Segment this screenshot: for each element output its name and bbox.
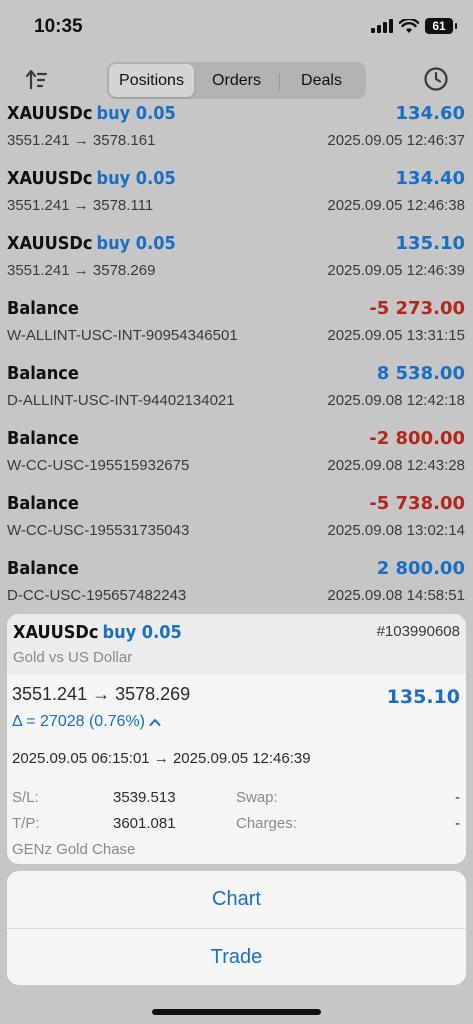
charges-value: - <box>455 815 460 832</box>
swap-label: Swap: <box>236 789 278 806</box>
toolbar: Positions Orders Deals <box>0 60 473 100</box>
sort-icon[interactable] <box>22 66 50 94</box>
row-detail: W-ALLINT-USC-INT-90954346501 <box>7 327 238 344</box>
row-symbol: Balance <box>7 298 79 319</box>
history-list: XAUUSDc buy 0.05 134.60 3551.241 → 3578.1… <box>0 100 473 620</box>
tab-orders[interactable]: Orders <box>194 64 279 97</box>
chart-button[interactable]: Chart <box>7 871 466 928</box>
detail-symbol: XAUUSDc <box>13 622 99 643</box>
row-symbol: XAUUSDc <box>7 168 93 189</box>
sl-value: 3539.513 <box>113 789 176 806</box>
detail-times: 2025.09.05 06:15:01 → 2025.09.05 12:46:3… <box>12 750 311 767</box>
row-detail: 3551.241 → 3578.161 <box>7 132 156 149</box>
detail-prices: 3551.241 → 3578.269 <box>12 684 191 704</box>
cellular-signal-icon <box>371 19 393 33</box>
detail-description: Gold vs US Dollar <box>13 649 133 666</box>
status-bar: 10:35 61 <box>0 0 473 56</box>
detail-profit: 135.10 <box>386 686 460 708</box>
row-symbol: Balance <box>7 493 79 514</box>
charges-label: Charges: <box>236 815 297 832</box>
detail-header: XAUUSDc buy 0.05 #103990608 Gold vs US Do… <box>7 614 466 674</box>
clock-icon[interactable] <box>423 66 449 92</box>
row-value: -5 273.00 <box>369 298 465 319</box>
row-date: 2025.09.05 12:46:37 <box>327 132 465 149</box>
row-date: 2025.09.08 12:43:28 <box>327 457 465 474</box>
row-detail: D-ALLINT-USC-INT-94402134021 <box>7 392 235 409</box>
detail-comment: GENz Gold Chase <box>12 841 136 858</box>
row-value: -2 800.00 <box>369 428 465 449</box>
tp-label: T/P: <box>12 815 40 832</box>
row-value: -5 738.00 <box>369 493 465 514</box>
row-symbol: Balance <box>7 363 79 384</box>
row-date: 2025.09.08 13:02:14 <box>327 522 465 539</box>
status-time: 10:35 <box>34 16 83 37</box>
row-type: buy 0.05 <box>96 233 176 254</box>
row-date: 2025.09.08 14:58:51 <box>327 587 465 604</box>
row-symbol: Balance <box>7 558 79 579</box>
row-date: 2025.09.05 12:46:39 <box>327 262 465 279</box>
wifi-icon <box>399 18 419 33</box>
list-item[interactable]: Balance 8 538.00 D-ALLINT-USC-INT-944021… <box>0 360 473 425</box>
list-item[interactable]: XAUUSDc buy 0.05 135.10 3551.241 → 3578.2… <box>0 230 473 295</box>
tp-value: 3601.081 <box>113 815 176 832</box>
list-item[interactable]: XAUUSDc buy 0.05 134.40 3551.241 → 3578.1… <box>0 165 473 230</box>
battery-icon: 61 <box>425 18 457 34</box>
row-detail: 3551.241 → 3578.269 <box>7 262 156 279</box>
swap-value: - <box>455 789 460 806</box>
list-item[interactable]: Balance -5 273.00 W-ALLINT-USC-INT-90954… <box>0 295 473 360</box>
row-detail: 3551.241 → 3578.111 <box>7 197 154 214</box>
home-indicator <box>152 1009 321 1015</box>
row-symbol: XAUUSDc <box>7 103 93 124</box>
tab-positions[interactable]: Positions <box>109 64 194 97</box>
list-item[interactable]: Balance -2 800.00 W-CC-USC-195515932675 … <box>0 425 473 490</box>
detail-delta: Δ = 27028 (0.76%) <box>12 713 145 730</box>
row-date: 2025.09.05 13:31:15 <box>327 327 465 344</box>
list-item[interactable]: Balance -5 738.00 W-CC-USC-195531735043 … <box>0 490 473 555</box>
row-value: 8 538.00 <box>376 363 465 384</box>
detail-delta-toggle[interactable]: Δ = 27028 (0.76%) <box>12 713 161 731</box>
row-value: 135.10 <box>395 233 465 254</box>
row-symbol: Balance <box>7 428 79 449</box>
detail-type: buy 0.05 <box>102 622 182 643</box>
row-symbol: XAUUSDc <box>7 233 93 254</box>
action-sheet: Chart Trade <box>7 871 466 985</box>
detail-ticket: #103990608 <box>376 623 460 640</box>
row-detail: W-CC-USC-195515932675 <box>7 457 190 474</box>
list-item[interactable]: XAUUSDc buy 0.05 134.60 3551.241 → 3578.1… <box>0 100 473 165</box>
trade-button[interactable]: Trade <box>7 928 466 985</box>
row-detail: W-CC-USC-195531735043 <box>7 522 190 539</box>
tab-deals[interactable]: Deals <box>279 64 364 97</box>
list-item[interactable]: Balance 2 800.00 D-CC-USC-195657482243 2… <box>0 555 473 620</box>
row-date: 2025.09.08 12:42:18 <box>327 392 465 409</box>
position-detail-card: XAUUSDc buy 0.05 #103990608 Gold vs US Do… <box>7 614 466 864</box>
row-type: buy 0.05 <box>96 103 176 124</box>
row-detail: D-CC-USC-195657482243 <box>7 587 187 604</box>
row-type: buy 0.05 <box>96 168 176 189</box>
status-icons: 61 <box>371 18 457 34</box>
sl-label: S/L: <box>12 789 39 806</box>
row-value: 134.60 <box>395 103 465 124</box>
chevron-up-icon <box>149 719 161 726</box>
row-value: 134.40 <box>395 168 465 189</box>
row-date: 2025.09.05 12:46:38 <box>327 197 465 214</box>
row-value: 2 800.00 <box>376 558 465 579</box>
tab-segmented-control: Positions Orders Deals <box>107 62 366 99</box>
